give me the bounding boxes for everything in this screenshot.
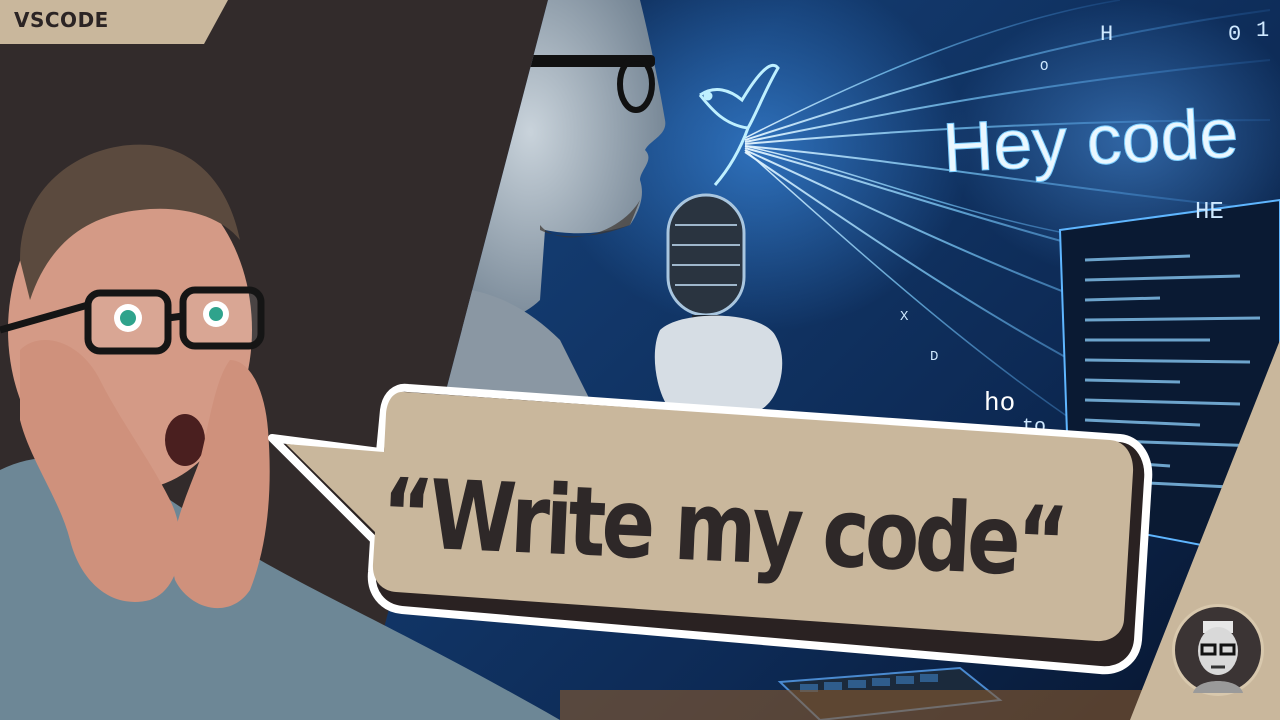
category-tag: VSCODE — [0, 0, 228, 44]
avatar-badge-icon — [1193, 621, 1243, 693]
speech-bubble-quote: “Write my code“ — [379, 457, 1067, 599]
category-tag-label: VSCODE — [14, 8, 109, 32]
speech-bubble: “Write my code“ — [0, 0, 1280, 720]
avatar-badge — [1172, 604, 1264, 696]
thumbnail-canvas: Hey code H HE ho to 0 1 D X O “Write my … — [0, 0, 1280, 720]
